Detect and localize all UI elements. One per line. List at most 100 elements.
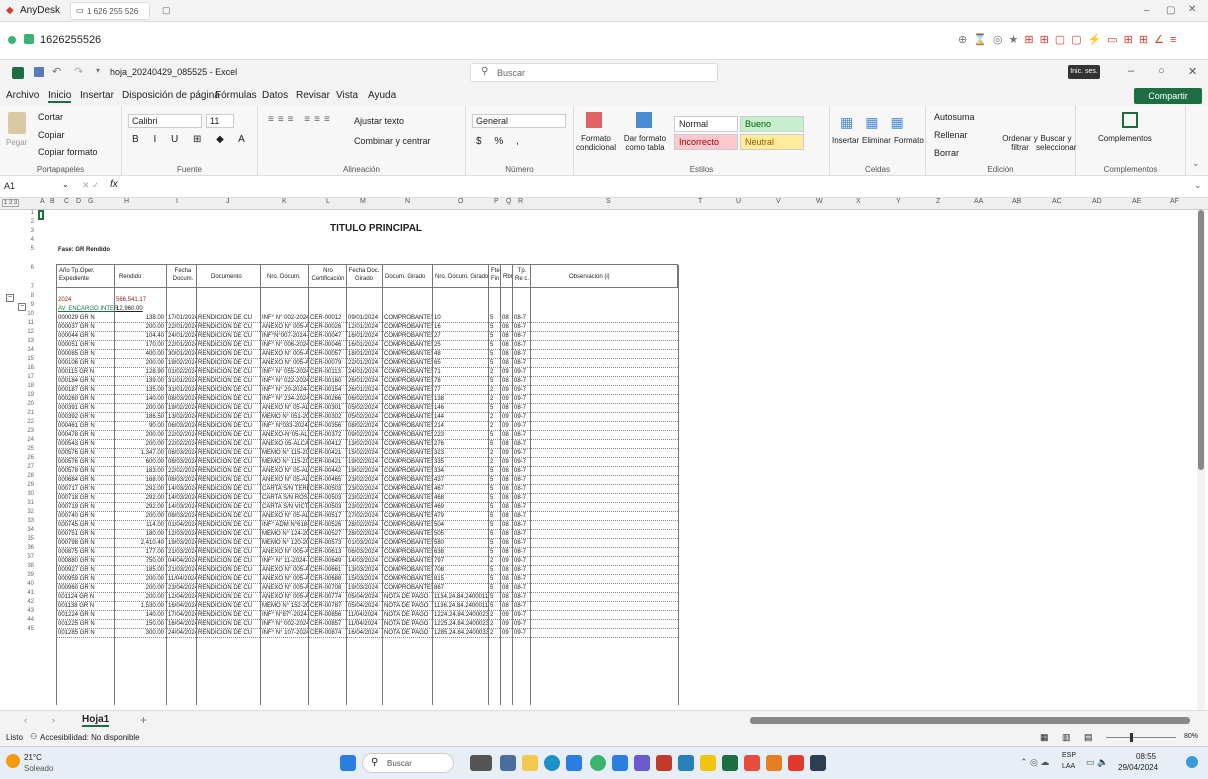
cell-nro-girado[interactable]: 580: [434, 539, 488, 548]
cell-nro-docum[interactable]: ANEXO N° 05-ALCA: [262, 512, 308, 521]
cell-expediente[interactable]: 000960 GR N: [58, 584, 112, 593]
toolbar-red-icons[interactable]: ⊞⊞▢▢⚡▭⊞⊞∠≡: [1024, 34, 1182, 46]
cell-tp-rec[interactable]: 08-7: [514, 530, 530, 539]
cell-documento[interactable]: RENDICION DE CU: [198, 503, 260, 512]
cell-docum-girado[interactable]: NOTA DE PAGO: [384, 593, 432, 602]
excel-minimize-icon[interactable]: –: [1128, 65, 1134, 77]
cell-nro-docum[interactable]: ANEXO N° 005-ALC: [262, 323, 308, 332]
cell-fte[interactable]: 2: [490, 611, 500, 620]
cell-docum-girado[interactable]: COMPROBANTES: [384, 584, 432, 593]
cell-fte[interactable]: 5: [490, 377, 500, 386]
cell-rendido[interactable]: 150.00: [116, 620, 164, 629]
cell-nro-girado[interactable]: 1136.24.84.2400011: [434, 602, 488, 611]
cell-rbr[interactable]: 08: [502, 377, 512, 386]
cell-fte[interactable]: 5: [490, 350, 500, 359]
cell-docum-girado[interactable]: NOTA DE PAGO: [384, 629, 432, 638]
cell-rbr[interactable]: 08: [502, 467, 512, 476]
cell-fte[interactable]: 2: [490, 395, 500, 404]
cell-rendido[interactable]: 200.00: [116, 431, 164, 440]
tab-vista[interactable]: Vista: [336, 90, 358, 101]
cell-fecha-girado[interactable]: 15/02/2024: [348, 449, 382, 458]
cell-expediente[interactable]: 000260 GR N: [58, 395, 112, 404]
cell-nro-girado[interactable]: 335: [434, 458, 488, 467]
save-icon[interactable]: [34, 67, 44, 77]
excel-close-icon[interactable]: ✕: [1188, 65, 1197, 78]
cell-fecha[interactable]: 04/04/2024: [168, 557, 196, 566]
cell-certificacion[interactable]: CER-00503: [310, 494, 346, 503]
cell-rendido[interactable]: 114.00: [116, 521, 164, 530]
font-size-select[interactable]: 11: [206, 114, 234, 128]
cond-format-button[interactable]: Formato condicional: [576, 134, 616, 152]
cell-docum-girado[interactable]: COMPROBANTES: [384, 557, 432, 566]
cell-expediente[interactable]: 000184 GR N: [58, 377, 112, 386]
horizontal-scrollbar[interactable]: [740, 717, 1190, 724]
cell-nro-girado[interactable]: 214: [434, 422, 488, 431]
cell-nro-docum[interactable]: MEMO N° 051-2024: [262, 413, 308, 422]
cell-nro-docum[interactable]: INF° N° 055-2024-M: [262, 368, 308, 377]
cell-fecha[interactable]: 14/03/2024: [168, 485, 196, 494]
cell-nro-girado[interactable]: 138: [434, 395, 488, 404]
cell-rendido[interactable]: 200.00: [116, 593, 164, 602]
cell-nro-girado[interactable]: 468: [434, 494, 488, 503]
cell-fecha-girado[interactable]: 13/03/2024: [348, 566, 382, 575]
cell-nro-docum[interactable]: ANEXO-N°05-ALCA: [262, 431, 308, 440]
vertical-scroll-thumb[interactable]: [1198, 210, 1204, 470]
cell-certificacion[interactable]: CER-00442: [310, 467, 346, 476]
cell-fecha-girado[interactable]: 28/02/2024: [348, 530, 382, 539]
cell-nro-girado[interactable]: 467: [434, 485, 488, 494]
insert-cells-button[interactable]: Insertar: [832, 136, 859, 145]
cell-tp-rec[interactable]: 08-7: [514, 539, 530, 548]
cell-rbr[interactable]: 08: [502, 350, 512, 359]
cell-fecha[interactable]: 06/03/2024: [168, 422, 196, 431]
cell-nro-docum[interactable]: ANEXO N° 005-ALC: [262, 584, 308, 593]
cell-nro-girado[interactable]: 144: [434, 413, 488, 422]
qat-dropdown-icon[interactable]: ▾: [96, 66, 100, 75]
row-number[interactable]: 18: [20, 383, 34, 389]
cell-fte[interactable]: 5: [490, 539, 500, 548]
cell-docum-girado[interactable]: COMPROBANTES: [384, 521, 432, 530]
cell-docum-girado[interactable]: COMPROBANTES: [384, 476, 432, 485]
cell-fecha[interactable]: 16/04/2024: [168, 620, 196, 629]
cell-documento[interactable]: RENDICION DE CU: [198, 593, 260, 602]
cell-rbr[interactable]: 09: [502, 458, 512, 467]
cell-nro-docum[interactable]: INF° N° 002-2024-M: [262, 314, 308, 323]
row-number[interactable]: 12: [20, 329, 34, 335]
cell-fecha[interactable]: 19/03/2024: [168, 539, 196, 548]
cell-expediente[interactable]: 000959 GR N: [58, 575, 112, 584]
cell-fecha-girado[interactable]: 28/02/2024: [348, 521, 382, 530]
cell-nro-docum[interactable]: ANEXO N° 005-ALC: [262, 359, 308, 368]
cell-rendido[interactable]: 200.00: [116, 512, 164, 521]
cell-rendido[interactable]: 168.00: [116, 476, 164, 485]
tray-icons[interactable]: ⌃ ◎ ☁: [1020, 757, 1049, 768]
cell-nro-girado[interactable]: 16: [434, 323, 488, 332]
cell-rendido[interactable]: 180.00: [116, 530, 164, 539]
merge-center-button[interactable]: Combinar y centrar: [354, 136, 431, 146]
cell-fte[interactable]: 5: [490, 566, 500, 575]
style-incorrecto[interactable]: Incorrecto: [674, 134, 738, 150]
cell-nro-girado[interactable]: 323: [434, 449, 488, 458]
cell-expediente[interactable]: 000745 GR N: [58, 521, 112, 530]
cell-expediente[interactable]: 000461 GR N: [58, 422, 112, 431]
cell-nro-docum[interactable]: ANEXO N° 05-ALCA: [262, 404, 308, 413]
cell-expediente[interactable]: 000717 GR N: [58, 485, 112, 494]
cell-nro-docum[interactable]: INF°N°007-2024-MP: [262, 332, 308, 341]
cell-expediente[interactable]: 001225 GR N: [58, 620, 112, 629]
col-p[interactable]: P: [494, 198, 499, 205]
cell-fecha-girado[interactable]: 22/01/2024: [348, 359, 382, 368]
cell-nro-docum[interactable]: ANEXO N° 005-ALC: [262, 566, 308, 575]
cell-expediente[interactable]: 000085 GR N: [58, 350, 112, 359]
cell-expediente[interactable]: 000106 GR N: [58, 359, 112, 368]
cell-fecha[interactable]: 19/02/2024: [168, 359, 196, 368]
cell-docum-girado[interactable]: COMPROBANTES: [384, 341, 432, 350]
cell-nro-girado[interactable]: 479: [434, 512, 488, 521]
clear-button[interactable]: Borrar: [934, 148, 959, 158]
cell-fte[interactable]: 2: [490, 386, 500, 395]
cell-tp-rec[interactable]: 09-7: [514, 449, 530, 458]
cell-nro-docum[interactable]: ANEXO N° 05-ALCA: [262, 467, 308, 476]
cut-button[interactable]: Cortar: [38, 112, 63, 122]
cell-nro-docum[interactable]: ANEXO 05-ALCALD: [262, 440, 308, 449]
row-number[interactable]: 31: [20, 500, 34, 506]
cell-rbr[interactable]: 08: [502, 503, 512, 512]
redo-icon[interactable]: ↷: [74, 65, 83, 78]
cell-fecha[interactable]: 23/04/2024: [168, 584, 196, 593]
